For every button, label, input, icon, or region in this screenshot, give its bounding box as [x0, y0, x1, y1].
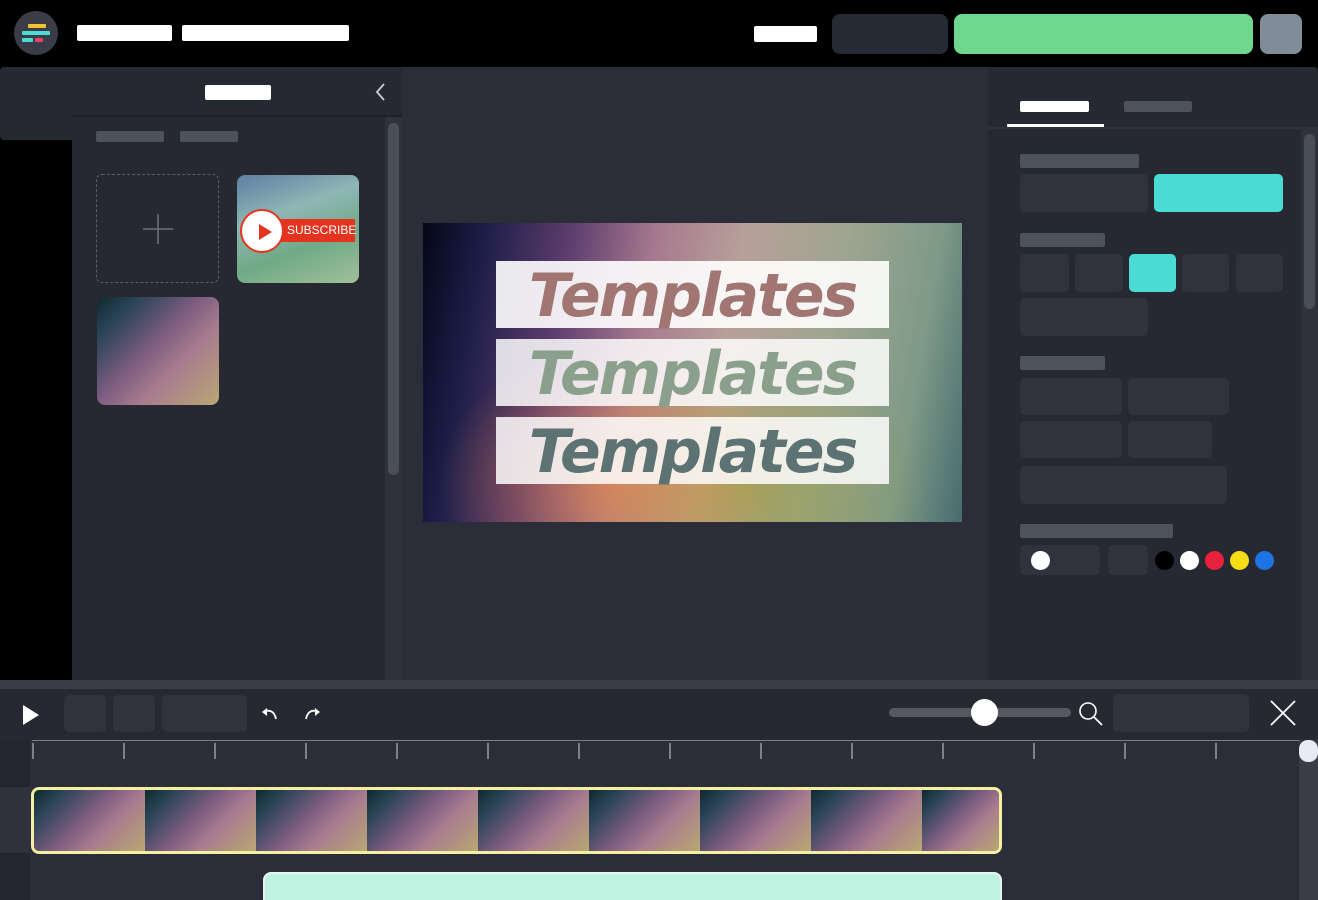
secondary-button[interactable] [832, 14, 948, 54]
properties-panel [988, 67, 1318, 680]
undo-icon[interactable] [261, 708, 279, 722]
asset-thumbnail-subscribe[interactable]: SUBSCRIBE [237, 175, 359, 283]
zoom-slider-handle[interactable] [971, 699, 998, 726]
color-picker-button[interactable] [1108, 545, 1148, 575]
section-1-label [1020, 154, 1139, 168]
swatch-white[interactable] [1180, 551, 1199, 570]
section-1-option-selected[interactable] [1154, 174, 1283, 212]
video-preview[interactable]: Templates Templates Templates [423, 223, 962, 522]
redo-icon[interactable] [303, 708, 321, 722]
template-text-box-2[interactable]: Templates [496, 339, 889, 409]
properties-scrollbar-thumb[interactable] [1304, 134, 1315, 309]
clip-frame [256, 790, 367, 851]
clip-frame [811, 790, 922, 851]
plus-icon [143, 214, 173, 244]
canvas-area: Templates Templates Templates [402, 67, 988, 680]
swatch-black[interactable] [1155, 551, 1174, 570]
sidebar-rail [0, 67, 72, 140]
section-3-field-1[interactable] [1020, 378, 1122, 415]
asset-thumbnail-gradient[interactable] [97, 297, 219, 405]
assets-panel-header-divider [72, 115, 402, 117]
section-3-field-2[interactable] [1128, 378, 1229, 415]
assets-panel: SUBSCRIBE [72, 67, 402, 680]
template-text-box-3[interactable]: Templates [496, 417, 889, 487]
clip-frame [700, 790, 811, 851]
user-avatar[interactable] [1260, 14, 1302, 54]
section-1-option[interactable] [1020, 174, 1148, 212]
section-3-label [1020, 356, 1105, 370]
upload-tile[interactable] [96, 174, 219, 283]
assets-scrollbar-thumb[interactable] [388, 123, 399, 475]
properties-scrollbar-track[interactable] [1301, 129, 1318, 680]
section-2-option-4[interactable] [1182, 254, 1229, 292]
assets-tab-2[interactable] [180, 131, 238, 142]
section-4-label [1020, 524, 1173, 538]
timeline-toolbar [0, 689, 1318, 740]
section-2-option-1[interactable] [1020, 254, 1069, 292]
text-clip[interactable] [263, 872, 1002, 900]
section-2-option-3-selected[interactable] [1129, 254, 1176, 292]
current-color-swatch [1031, 551, 1050, 570]
sidebar-rail-gap [0, 140, 72, 680]
play-badge-icon [240, 209, 284, 253]
assets-tab-1[interactable] [96, 131, 164, 142]
section-3-field-4[interactable] [1128, 421, 1212, 458]
zoom-search-icon[interactable] [1078, 701, 1104, 727]
tab-properties-active[interactable] [1020, 101, 1089, 112]
export-button[interactable] [954, 14, 1253, 54]
section-2-label [1020, 233, 1105, 247]
playhead-track[interactable] [1299, 740, 1318, 900]
clip-frame [367, 790, 478, 851]
clip-frame [34, 790, 145, 851]
template-text-box-1[interactable]: Templates [496, 261, 889, 331]
timeline-ruler [32, 740, 1300, 760]
subscribe-label: SUBSCRIBE [287, 223, 357, 237]
app-logo[interactable] [14, 11, 58, 55]
menu-link[interactable] [754, 26, 817, 42]
play-icon[interactable] [21, 704, 41, 726]
timeline-track-area[interactable] [0, 740, 1318, 900]
clip-frame [589, 790, 700, 851]
timecode-field[interactable] [1113, 694, 1249, 732]
swatch-red[interactable] [1205, 551, 1224, 570]
playhead-handle[interactable] [1299, 740, 1318, 762]
project-title-placeholder [77, 25, 172, 41]
toolbar-button-3[interactable] [162, 695, 247, 732]
timeline-divider [0, 680, 1318, 689]
template-text-2: Templates [528, 339, 859, 409]
template-text-3: Templates [528, 417, 859, 487]
clip-frame [922, 790, 999, 851]
section-2-option-2[interactable] [1075, 254, 1123, 292]
section-2-option-5[interactable] [1236, 254, 1283, 292]
video-clip[interactable] [31, 787, 1002, 854]
toolbar-button-1[interactable] [64, 695, 106, 732]
collapse-chevron-icon[interactable] [374, 82, 388, 102]
project-subtitle-placeholder [182, 25, 349, 41]
tab-properties-inactive[interactable] [1124, 101, 1192, 112]
template-text-1: Templates [528, 261, 859, 331]
section-3-field-3[interactable] [1020, 421, 1122, 458]
section-2-option-6[interactable] [1020, 298, 1148, 336]
assets-scrollbar-track[interactable] [385, 117, 402, 680]
clip-frame [478, 790, 589, 851]
tabs-divider [988, 127, 1318, 129]
track-gutter [0, 740, 30, 900]
section-3-field-5[interactable] [1020, 466, 1227, 504]
toolbar-button-2[interactable] [113, 695, 155, 732]
swatch-yellow[interactable] [1230, 551, 1249, 570]
swatch-blue[interactable] [1255, 551, 1274, 570]
close-icon[interactable] [1269, 699, 1297, 727]
assets-panel-title [205, 85, 271, 100]
clip-frame [145, 790, 256, 851]
color-picker-field[interactable] [1020, 545, 1100, 575]
